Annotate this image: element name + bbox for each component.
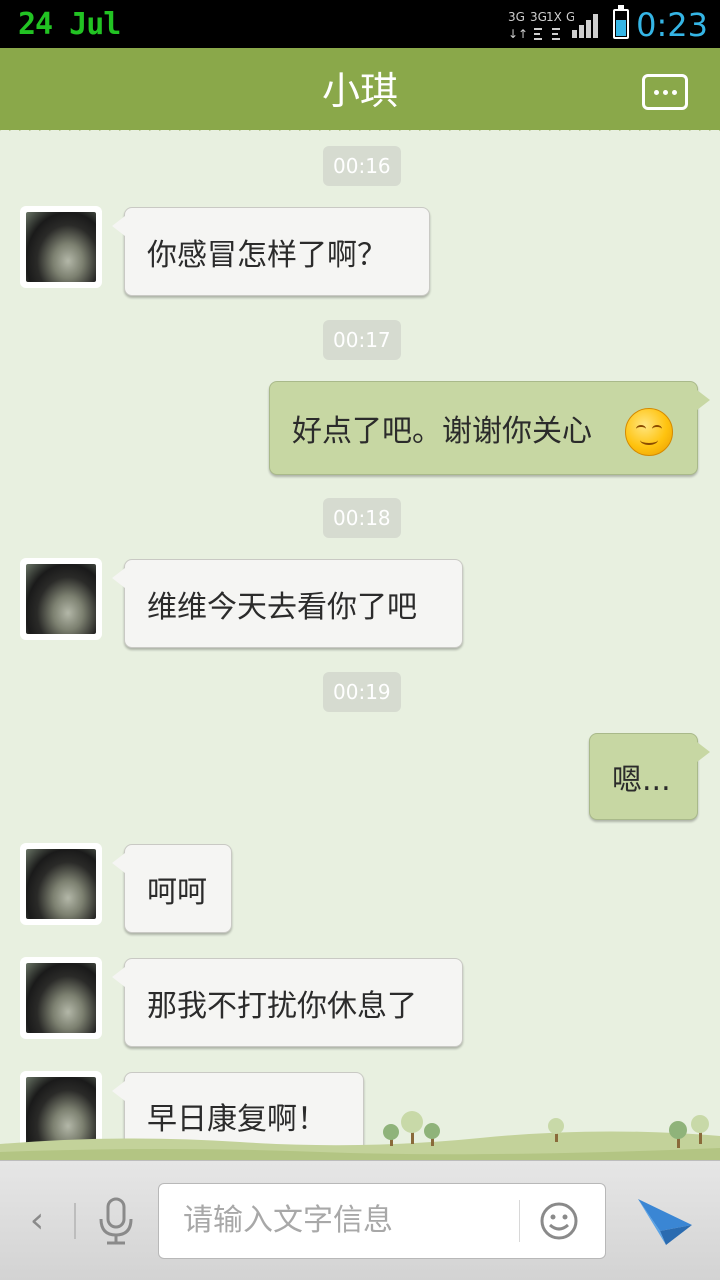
- signal-strength-icon: [572, 14, 598, 38]
- chevron-left-icon[interactable]: ‹: [22, 1201, 52, 1241]
- contact-avatar[interactable]: [20, 558, 102, 640]
- outgoing-message[interactable]: 好点了吧。谢谢你关心: [269, 381, 710, 475]
- network-label: 3G: [530, 10, 547, 24]
- message-input-bar: ‹ 请输入文字信息: [0, 1160, 720, 1280]
- contact-avatar[interactable]: [20, 957, 102, 1039]
- network-label: 1X: [546, 10, 562, 24]
- incoming-message[interactable]: 那我不打扰你休息了: [112, 958, 463, 1047]
- message-text: 呵呵: [147, 874, 207, 910]
- network-type-icon: 3G 3G 1X G ↓↑: [508, 10, 574, 41]
- status-time: 0:23: [636, 6, 708, 44]
- message-text: 嗯...: [612, 762, 671, 798]
- message-text: 好点了吧。谢谢你关心: [292, 414, 592, 449]
- incoming-message[interactable]: 你感冒怎样了啊？: [112, 207, 430, 296]
- network-label: 3G: [508, 10, 525, 24]
- smiling-face-emoji-icon: [625, 408, 673, 456]
- incoming-message[interactable]: 维维今天去看你了吧: [112, 559, 463, 648]
- timestamp: 00:19: [323, 672, 401, 712]
- message-text: 维维今天去看你了吧: [147, 589, 417, 625]
- input-placeholder: 请输入文字信息: [183, 1203, 393, 1238]
- microphone-icon[interactable]: [96, 1197, 136, 1245]
- smiley-icon[interactable]: [539, 1201, 579, 1241]
- outgoing-message[interactable]: 嗯...: [589, 733, 710, 820]
- message-text: 那我不打扰你休息了: [147, 988, 417, 1024]
- status-date: 24 Jul: [18, 7, 121, 42]
- paper-plane-icon[interactable]: [636, 1195, 694, 1247]
- contact-name: 小琪: [321, 69, 398, 113]
- divider: [74, 1203, 76, 1239]
- battery-icon: [613, 5, 629, 39]
- status-bar: 24 Jul 3G 3G 1X G ↓↑ 0:23: [0, 0, 720, 48]
- incoming-message[interactable]: 呵呵: [112, 844, 232, 933]
- svg-text:↓↑: ↓↑: [508, 27, 528, 41]
- timestamp: 00:16: [323, 146, 401, 186]
- contact-avatar[interactable]: [20, 843, 102, 925]
- divider: [519, 1200, 520, 1242]
- message-text: 你感冒怎样了啊？: [147, 237, 387, 273]
- more-dots-icon[interactable]: [642, 74, 688, 110]
- contact-avatar[interactable]: [20, 206, 102, 288]
- message-list[interactable]: 00:16 你感冒怎样了啊？ 00:17 好点了吧。谢谢你关心 00:18 维维…: [0, 136, 720, 1160]
- landscape-decoration: [0, 1111, 720, 1160]
- timestamp: 00:17: [323, 320, 401, 360]
- timestamp: 00:18: [323, 498, 401, 538]
- message-text-input[interactable]: 请输入文字信息: [158, 1183, 606, 1259]
